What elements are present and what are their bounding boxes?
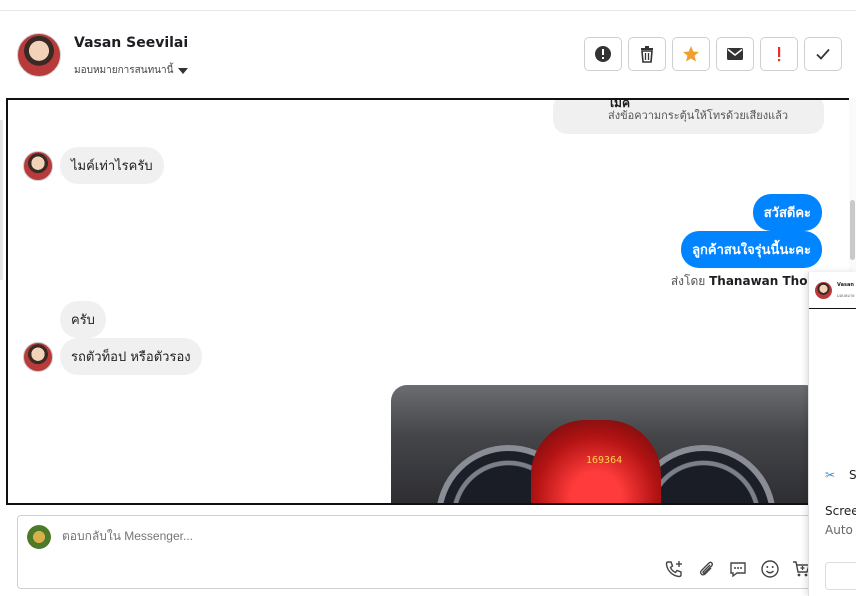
chat-bubble-icon (730, 562, 746, 578)
paperclip-icon (699, 561, 713, 576)
side-panel-sub: มอบหมาย (837, 293, 855, 298)
message-thread[interactable]: ไมค์ ส่งข้อความกระตุ้นให้โทรด้วยเสียงแล้… (6, 98, 856, 505)
side-panel-avatar (815, 282, 832, 299)
attach-button[interactable] (696, 559, 716, 583)
phone-plus-icon (665, 561, 682, 578)
snip-icon: ✂ (825, 468, 836, 482)
emoji-icon (761, 560, 779, 578)
trash-icon (641, 46, 653, 63)
reply-input[interactable] (62, 529, 462, 543)
sent-by-name: Thanawan Thon (709, 274, 816, 288)
mark-important-button[interactable] (760, 37, 798, 71)
contact-avatar-small (23, 342, 53, 372)
star-button[interactable] (672, 37, 710, 71)
side-panel-button[interactable] (825, 562, 856, 590)
call-button[interactable] (664, 559, 684, 583)
emoji-button[interactable] (760, 559, 780, 583)
check-icon (816, 48, 830, 60)
side-panel-name: Vasan (837, 282, 854, 288)
message-bubble-outgoing[interactable]: ลูกค้าสนใจรุ่นนี้นะคะ (681, 231, 822, 268)
header-actions (584, 37, 842, 71)
delete-button[interactable] (628, 37, 666, 71)
side-panel-app-label: S (849, 468, 856, 482)
mark-unread-button[interactable] (716, 37, 754, 71)
star-icon (683, 46, 699, 62)
composer-tools (664, 559, 812, 583)
message-bubble-incoming[interactable]: ครับ (60, 301, 106, 338)
assign-label: มอบหมายการสนทนานี้ (74, 65, 174, 76)
call-card-subtitle: ส่งข้อความกระตุ้นให้โทรด้วยเสียงแล้ว (608, 109, 789, 122)
saved-replies-button[interactable] (728, 559, 748, 583)
side-panel-text-2: Auto (825, 523, 853, 537)
exclamation-icon (778, 47, 781, 62)
mark-spam-button[interactable] (584, 37, 622, 71)
screenshot-side-panel: Vasan มอบหมาย ✂ S Scree Auto (808, 272, 856, 596)
assign-conversation-dropdown[interactable]: มอบหมายการสนทนานี้ (74, 63, 189, 78)
conversation-header: Vasan Seevilai มอบหมายการสนทนานี้ (0, 11, 856, 98)
sent-by-label: ส่งโดย Thanawan Thon (671, 272, 816, 291)
attached-photo[interactable]: 169364 (391, 385, 821, 503)
contact-avatar[interactable] (17, 33, 61, 77)
message-bubble-outgoing[interactable]: สวัสดีคะ (752, 194, 822, 231)
chevron-down-icon (178, 67, 189, 74)
message-bubble-incoming[interactable]: รถตัวท็อป หรือตัวรอง (60, 338, 202, 375)
sent-by-prefix: ส่งโดย (670, 274, 706, 288)
thread-scrollbar-thumb[interactable] (850, 200, 855, 260)
page-logo (27, 525, 51, 549)
call-prompt-card: ไมค์ ส่งข้อความกระตุ้นให้โทรด้วยเสียงแล้… (553, 100, 824, 134)
reply-composer (17, 515, 817, 589)
left-scroll-strip (0, 120, 3, 280)
contact-name[interactable]: Vasan Seevilai (74, 35, 188, 51)
envelope-icon (727, 48, 743, 60)
side-panel-preview (809, 308, 856, 450)
side-panel-text-1: Scree (825, 504, 856, 518)
message-bubble-incoming[interactable]: ไมค์เท่าไรครับ (60, 147, 164, 184)
contact-avatar-small (23, 151, 53, 181)
mark-done-button[interactable] (804, 37, 842, 71)
photo-odometer: 169364 (586, 455, 623, 466)
alert-circle-icon (595, 46, 611, 62)
